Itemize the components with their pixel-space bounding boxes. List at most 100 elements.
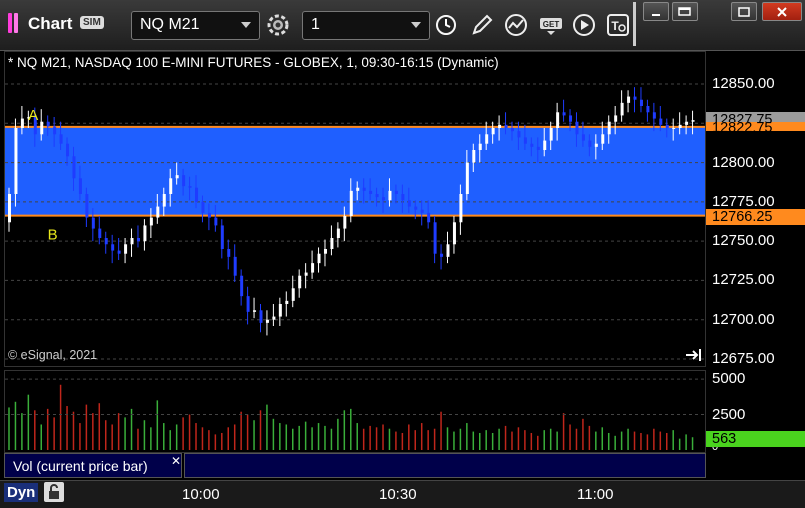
volume-last-tag: 563 [706, 431, 805, 447]
close-study-icon[interactable]: ✕ [171, 454, 181, 468]
candle-up [162, 194, 166, 207]
candle-up [149, 217, 153, 226]
candle-down [646, 106, 650, 113]
candle-down [510, 128, 514, 132]
chart-annotation-a: A [28, 107, 38, 124]
candle-up [330, 238, 334, 249]
candle-down [633, 96, 637, 100]
time-tick-label: 10:00 [182, 486, 220, 503]
candle-up [349, 190, 353, 216]
candle-up [317, 253, 321, 264]
candle-up [459, 194, 463, 223]
price-tick-label: 12850.00 [712, 75, 775, 92]
candle-up [311, 263, 315, 273]
candle-down [91, 217, 95, 229]
candle-down [59, 134, 63, 144]
price-tick-label: 12800.00 [712, 153, 775, 171]
candle-up [614, 115, 618, 122]
candle-down [104, 238, 108, 245]
candle-down [46, 121, 50, 127]
candle-down [659, 118, 663, 125]
price-tick-label: 12750.00 [712, 232, 775, 250]
candle-down [240, 275, 244, 297]
candle-up [265, 319, 269, 323]
candle-down [98, 228, 102, 238]
candle-up [620, 102, 624, 116]
candle-up [323, 249, 327, 254]
candle-down [562, 112, 566, 116]
price-tick-label: 12775.00 [712, 192, 775, 210]
chart-title: * NQ M21, NASDAQ 100 E-MINI FUTURES - GL… [8, 55, 499, 70]
candle-up [601, 134, 605, 144]
candle-down [639, 99, 643, 106]
candle-down [78, 178, 82, 194]
price-tick-label: 12725.00 [712, 271, 775, 289]
candle-down [182, 175, 186, 187]
candle-up [20, 118, 24, 128]
candle-up [472, 150, 476, 163]
candle-up [336, 228, 340, 238]
volume-study-bar [184, 453, 706, 478]
candle-down [394, 190, 398, 194]
candle-up [356, 187, 360, 191]
candle-down [433, 222, 437, 254]
volume-tick-label: 5000 [712, 370, 746, 388]
candle-down [72, 156, 76, 179]
chart-annotation-b: B [48, 227, 58, 244]
candle-up [691, 120, 695, 122]
volume-tick-label: 2500 [712, 405, 746, 423]
volume-panel[interactable] [4, 370, 706, 453]
candle-up [465, 162, 469, 194]
candle-up [291, 288, 295, 301]
candle-up [298, 275, 302, 289]
candle-down [246, 296, 250, 312]
candle-down [569, 115, 573, 122]
candle-down [188, 186, 192, 188]
candle-down [259, 310, 263, 323]
candle-up [549, 128, 553, 141]
candle-down [362, 187, 366, 191]
candle-down [369, 190, 373, 194]
candle-down [214, 217, 218, 226]
candle-up [685, 121, 689, 125]
candle-up [498, 124, 502, 128]
price-tick-label: 12700.00 [712, 310, 775, 328]
lock-icon[interactable] [44, 482, 64, 502]
candle-down [195, 187, 199, 202]
candle-down [401, 194, 405, 201]
volume-study-label[interactable]: Vol (current price bar) [4, 453, 182, 478]
candle-down [136, 238, 140, 242]
candle-down [420, 209, 424, 213]
candle-up [8, 194, 11, 223]
candle-down [233, 256, 237, 276]
candle-up [304, 272, 308, 276]
candle-up [452, 222, 456, 245]
scroll-to-end-icon[interactable] [685, 348, 703, 367]
candle-down [201, 201, 205, 213]
candle-down [53, 126, 57, 135]
candle-down [227, 249, 231, 257]
price-tick-label: 12675.00 [712, 350, 775, 367]
candle-up [278, 304, 282, 317]
candle-down [523, 137, 527, 144]
candle-up [478, 143, 482, 150]
candle-down [504, 124, 508, 128]
candle-down [530, 143, 534, 147]
candle-down [66, 143, 70, 157]
candle-up [678, 124, 682, 128]
candle-down [85, 194, 89, 218]
dynamic-mode-label[interactable]: Dyn [4, 483, 39, 502]
candle-down [440, 253, 444, 257]
candle-up [627, 96, 631, 103]
candle-down [652, 112, 656, 119]
candle-up [556, 112, 560, 128]
candle-up [14, 128, 18, 194]
candle-up [343, 216, 347, 229]
candle-up [175, 175, 179, 179]
candle-down [207, 212, 211, 218]
candle-down [407, 200, 411, 207]
candle-up [40, 121, 44, 135]
copyright-label: © eSignal, 2021 [8, 348, 98, 362]
zone-top-price-tag: 12822.75 [706, 122, 805, 131]
candle-down [111, 244, 115, 251]
